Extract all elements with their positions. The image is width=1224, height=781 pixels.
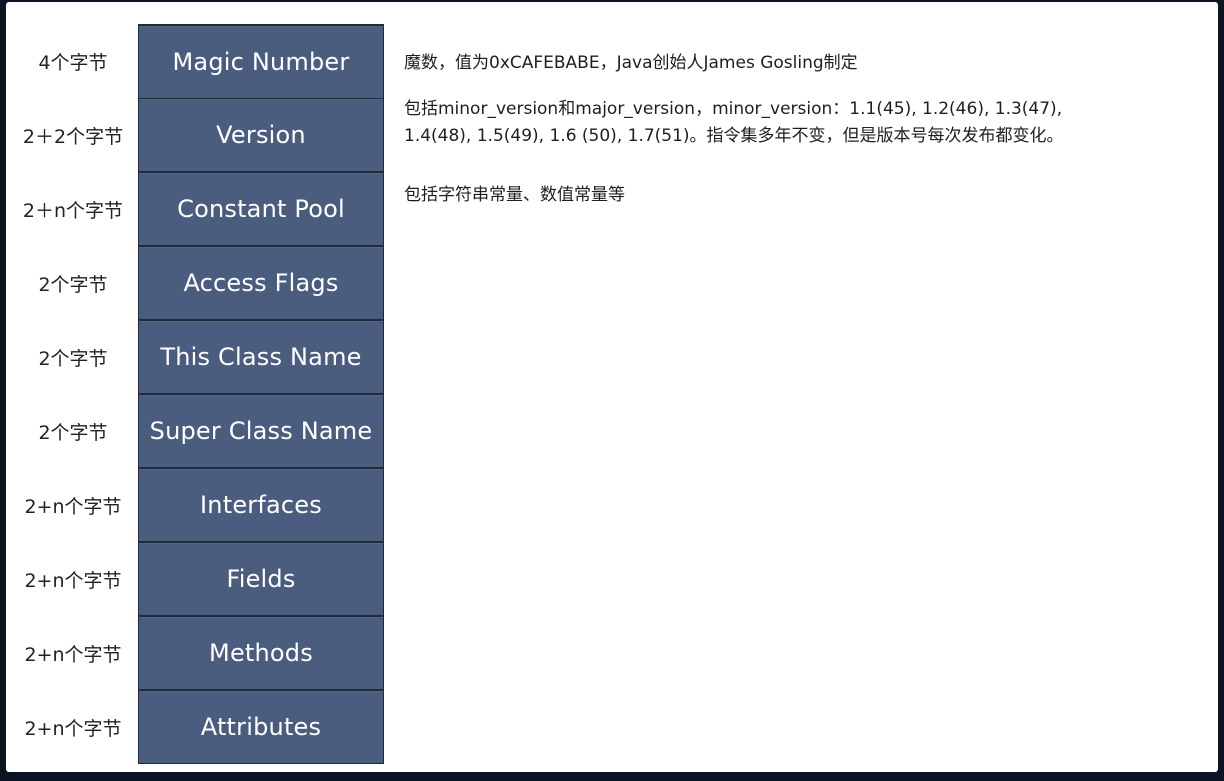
magic-number-description: 魔数，值为0xCAFEBABE，Java创始人James Gosling制定	[404, 53, 858, 73]
version-description-line-1: 包括minor_version和major_version，minor_vers…	[404, 99, 1063, 119]
block-super-class-name: Super Class Name	[138, 394, 384, 468]
block-methods: Methods	[138, 616, 384, 690]
block-version: Version	[138, 98, 384, 172]
block-attributes: Attributes	[138, 690, 384, 764]
row-methods: 2+n个字节 Methods	[6, 616, 1218, 690]
block-fields: Fields	[138, 542, 384, 616]
block-interfaces: Interfaces	[138, 468, 384, 542]
size-label: 2+n个字节	[24, 643, 122, 666]
size-label: 2＋n个字节	[22, 199, 124, 222]
size-label: 2个字节	[38, 273, 108, 296]
size-label: 2＋2个字节	[22, 125, 124, 148]
version-description-line-2: 1.4(48), 1.5(49), 1.6 (50), 1.7(51)。指令集多…	[404, 126, 1064, 146]
row-access-flags: 2个字节 Access Flags	[6, 246, 1218, 320]
row-this-class-name: 2个字节 This Class Name	[6, 320, 1218, 394]
version-description: 包括minor_version和major_version，minor_vers…	[404, 96, 1204, 150]
block-this-class-name: This Class Name	[138, 320, 384, 394]
row-attributes: 2+n个字节 Attributes	[6, 690, 1218, 764]
row-fields: 2+n个字节 Fields	[6, 542, 1218, 616]
constant-pool-description: 包括字符串常量、数值常量等	[404, 185, 625, 205]
block-magic-number: Magic Number	[138, 24, 384, 99]
block-access-flags: Access Flags	[138, 246, 384, 320]
size-label: 2+n个字节	[24, 717, 122, 740]
size-label: 2个字节	[38, 347, 108, 370]
size-label: 2+n个字节	[24, 569, 122, 592]
size-label: 2+n个字节	[24, 495, 122, 518]
size-label: 2个字节	[38, 421, 108, 444]
diagram-canvas: 4个字节 Magic Number 2＋2个字节 Version 2＋n个字节 …	[6, 2, 1218, 772]
size-label: 4个字节	[38, 51, 108, 74]
row-interfaces: 2+n个字节 Interfaces	[6, 468, 1218, 542]
block-constant-pool: Constant Pool	[138, 172, 384, 246]
row-super-class-name: 2个字节 Super Class Name	[6, 394, 1218, 468]
